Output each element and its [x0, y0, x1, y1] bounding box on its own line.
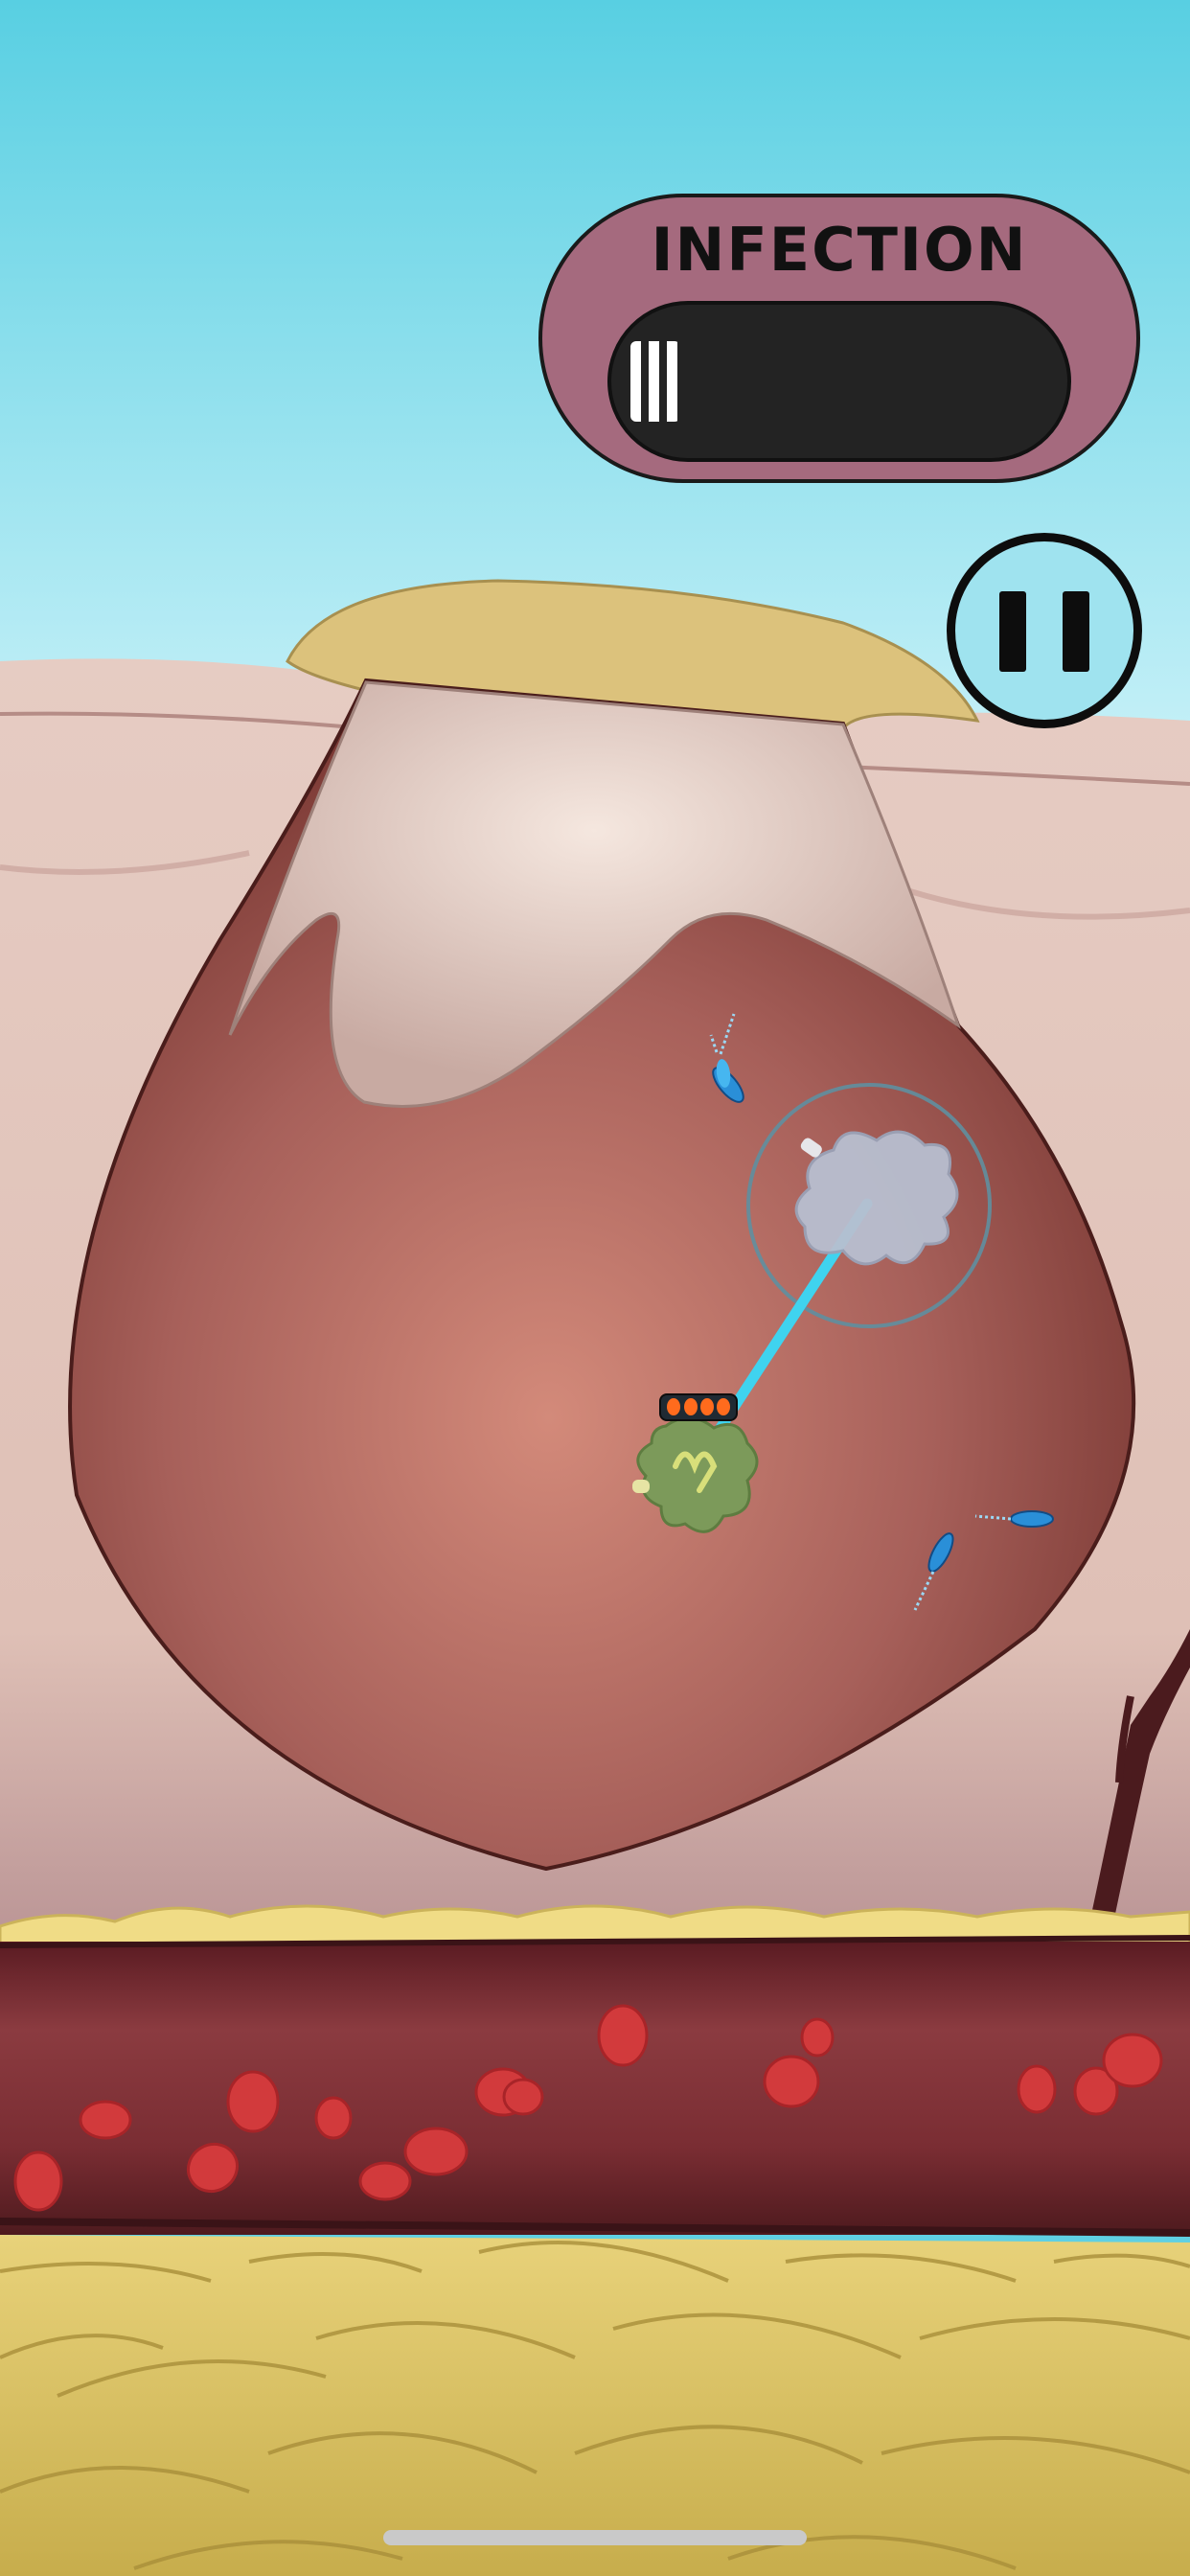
red-blood-cell [314, 2096, 353, 2140]
infection-progress-fill [630, 341, 680, 422]
red-blood-cell [1017, 2064, 1057, 2114]
red-blood-cell [226, 2070, 280, 2133]
red-blood-cell [403, 2127, 469, 2176]
macrophage-tail [632, 1480, 650, 1493]
red-blood-cell [800, 2017, 835, 2058]
infection-progress-track [607, 301, 1071, 462]
red-blood-cell [13, 2150, 63, 2212]
health-pip [684, 1398, 698, 1415]
red-blood-cell [502, 2078, 544, 2116]
infection-meter: INFECTION [538, 194, 1140, 483]
home-indicator[interactable] [383, 2530, 807, 2545]
pause-button[interactable] [947, 533, 1142, 728]
fat-layer-lower [0, 2235, 1190, 2576]
health-pip [717, 1398, 730, 1415]
infection-label: INFECTION [651, 215, 1028, 285]
blood-vessel [0, 1942, 1190, 2235]
red-blood-cell [597, 2004, 649, 2067]
health-pip [700, 1398, 714, 1415]
red-blood-cell [79, 2100, 132, 2140]
red-blood-cell [358, 2161, 412, 2201]
health-pip [667, 1398, 680, 1415]
red-blood-cell [763, 2055, 820, 2108]
red-blood-cell [1102, 2033, 1163, 2088]
